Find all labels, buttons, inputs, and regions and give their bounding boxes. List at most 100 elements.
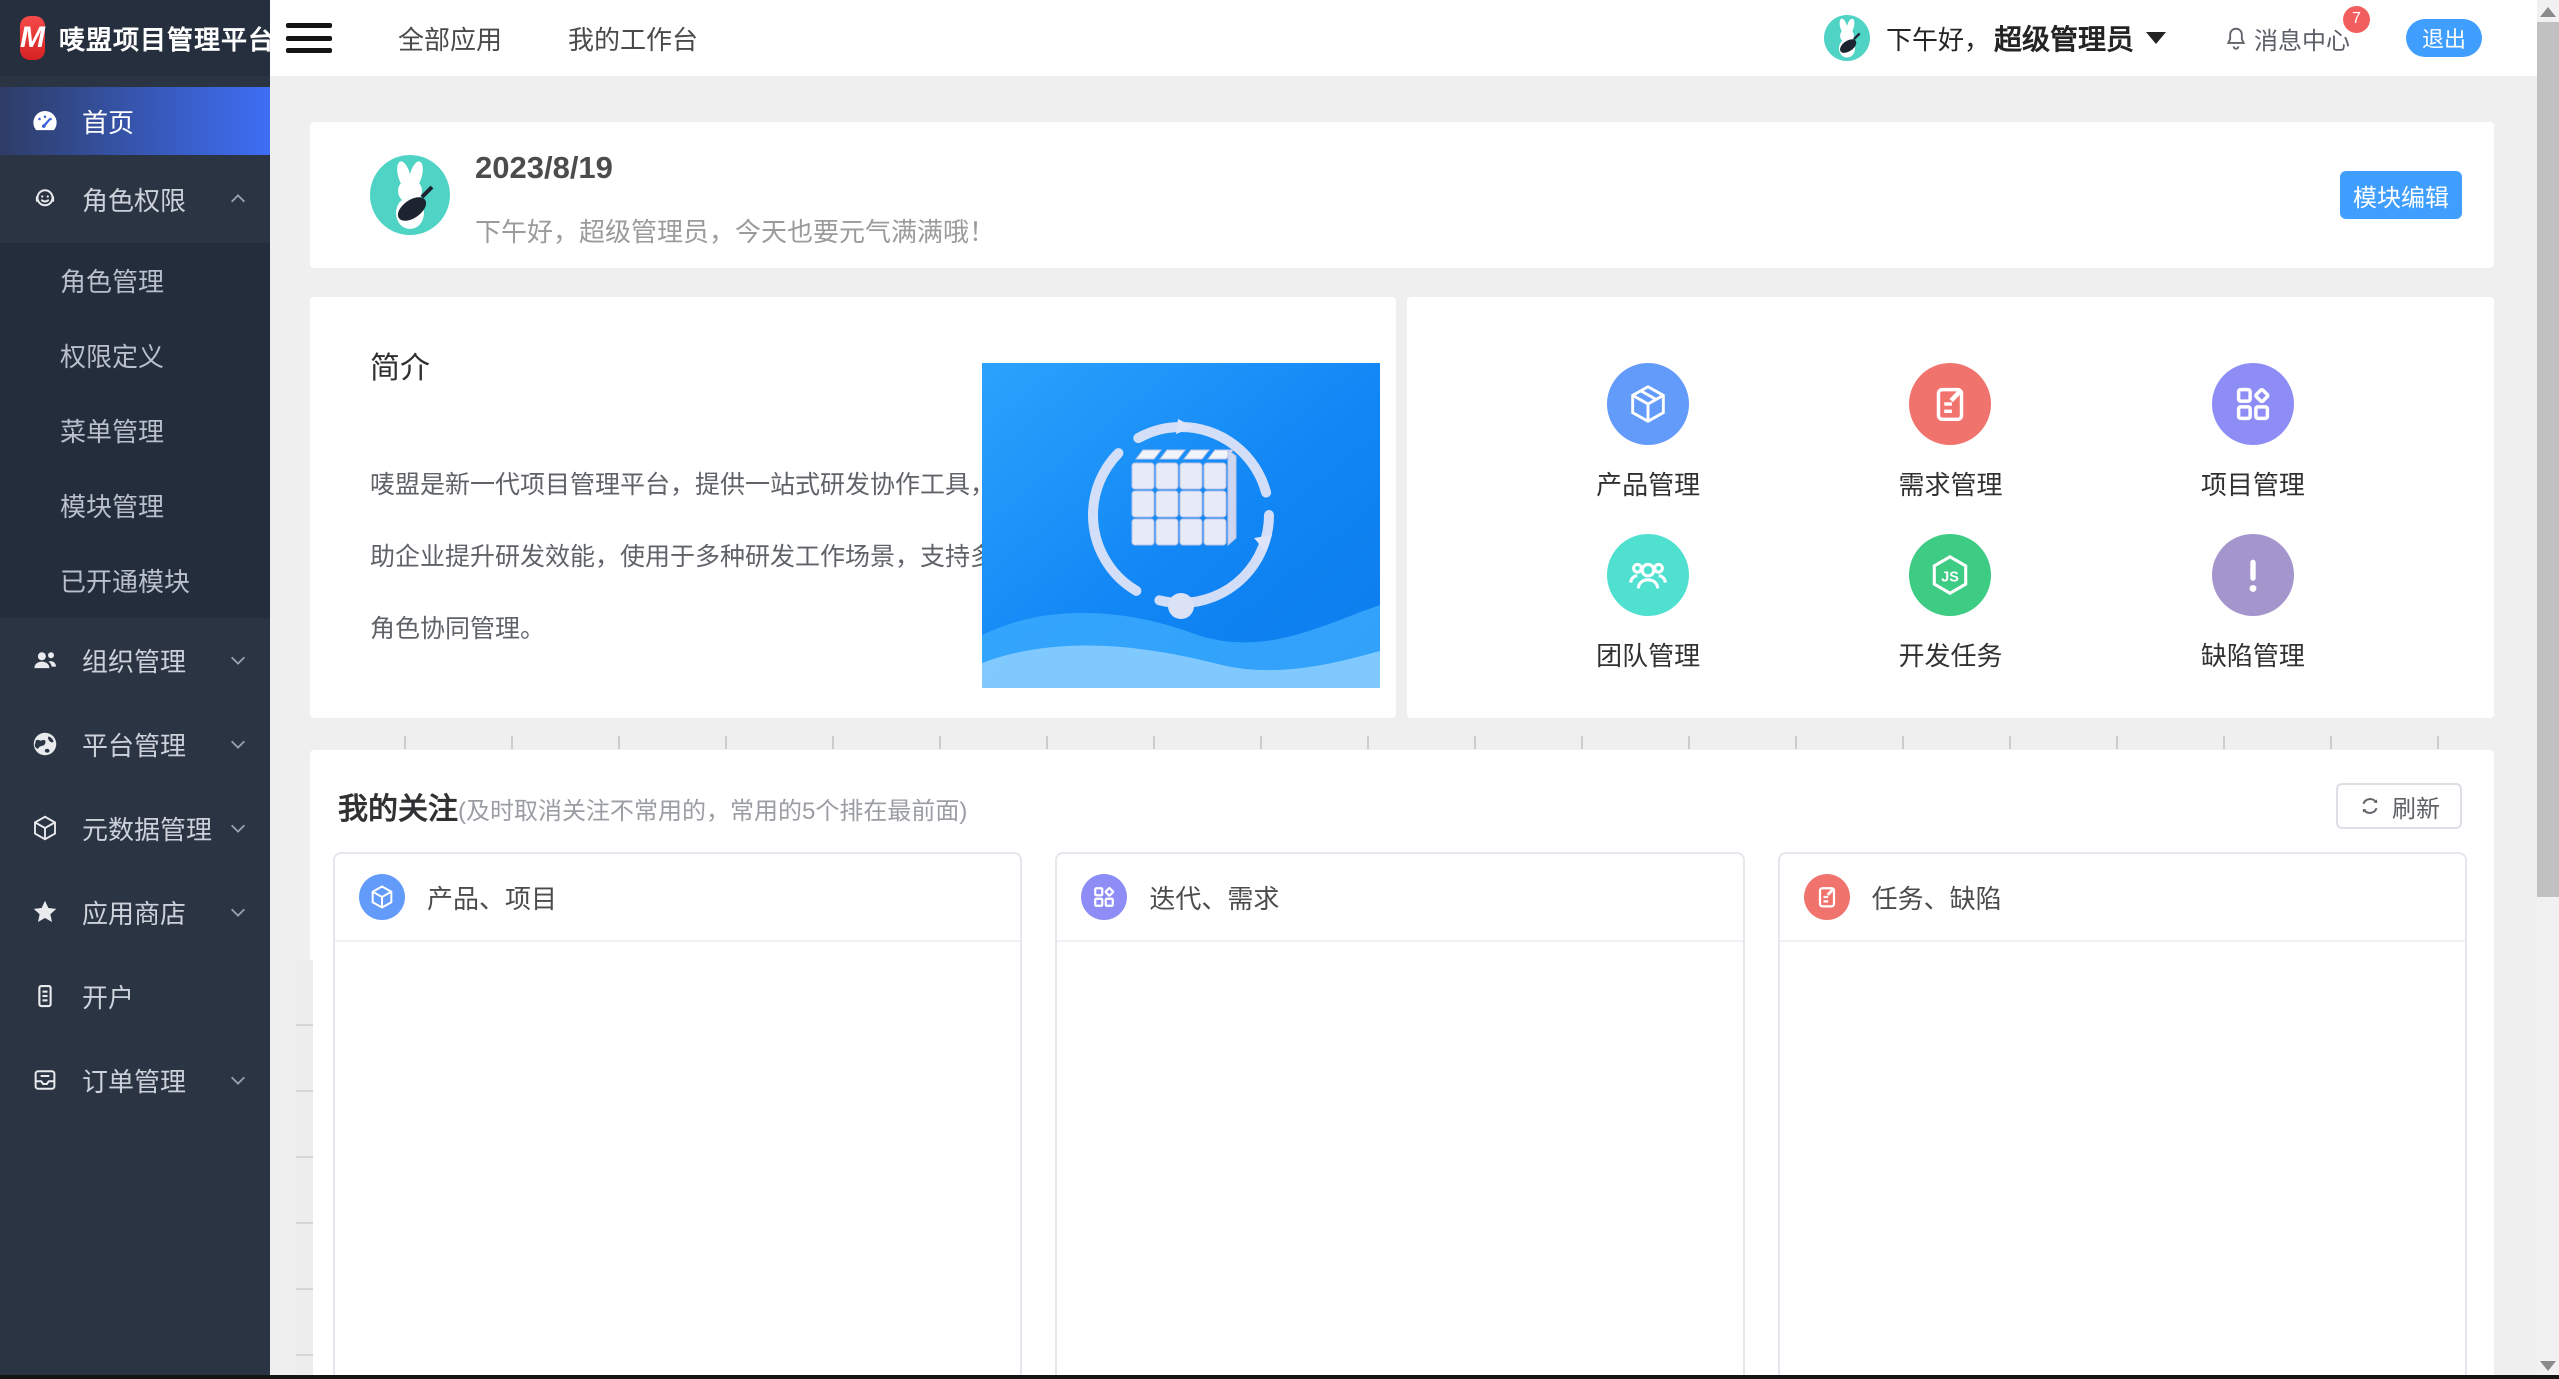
- module-dev-tasks[interactable]: JS 开发任务: [1898, 534, 2002, 673]
- sidebar-item-platform[interactable]: 平台管理: [0, 702, 270, 786]
- cube-icon: [30, 813, 60, 843]
- module-team-management[interactable]: 团队管理: [1596, 534, 1700, 673]
- sidebar-item-metadata[interactable]: 元数据管理: [0, 786, 270, 870]
- sidebar-item-roles[interactable]: 角色权限: [0, 155, 270, 243]
- project-components-icon: [2212, 363, 2294, 445]
- refresh-icon: [2358, 794, 2382, 818]
- sidebar-subitem-permission-definition[interactable]: 权限定义: [0, 318, 270, 393]
- requirement-doc-icon: [1909, 363, 1991, 445]
- background-ruler-ticks: [296, 960, 313, 1376]
- sidebar: 首页 角色权限 角色管理 权限定义: [0, 76, 270, 1376]
- menu-toggle-icon[interactable]: [286, 23, 332, 53]
- requirement-doc-icon: [1804, 874, 1850, 920]
- module-project-management[interactable]: 项目管理: [2201, 363, 2305, 502]
- svg-text:JS: JS: [1942, 569, 1960, 585]
- star-icon: [30, 897, 60, 927]
- role-icon: [30, 184, 60, 214]
- follow-subtitle: (及时取消关注不常用的，常用的5个排在最前面): [458, 791, 967, 826]
- defect-exclamation-icon: [2212, 534, 2294, 616]
- welcome-card: 2023/8/19 下午好，超级管理员，今天也要元气满满哦！ 模块编辑: [310, 122, 2494, 268]
- nav-my-workbench[interactable]: 我的工作台: [568, 20, 698, 57]
- module-label: 开发任务: [1898, 636, 2002, 673]
- module-label: 项目管理: [2201, 465, 2305, 502]
- app-title: 唛盟项目管理平台: [59, 20, 275, 57]
- follow-card-header: 产品、项目: [335, 854, 1020, 942]
- order-icon: [30, 1065, 60, 1095]
- logout-button[interactable]: 退出: [2406, 19, 2482, 57]
- welcome-message: 下午好，超级管理员，今天也要元气满满哦！: [475, 212, 995, 249]
- app-window: M 唛盟项目管理平台 全部应用 我的工作台 下午好，: [0, 0, 2559, 1379]
- devtask-js-icon: JS: [1909, 534, 1991, 616]
- follow-card-products-projects: 产品、项目: [333, 852, 1022, 1379]
- scrollbar-down-arrow-icon[interactable]: [2540, 1361, 2556, 1371]
- product-box-icon: [359, 874, 405, 920]
- module-label: 产品管理: [1596, 465, 1700, 502]
- chevron-down-icon: [228, 818, 248, 838]
- user-avatar[interactable]: [1824, 15, 1870, 61]
- sidebar-item-label: 首页: [82, 103, 134, 140]
- globe-icon: [30, 729, 60, 759]
- refresh-button[interactable]: 刷新: [2336, 783, 2462, 829]
- sidebar-subitem-menu-management[interactable]: 菜单管理: [0, 393, 270, 468]
- follow-card-tasks-defects: 任务、缺陷: [1778, 852, 2467, 1379]
- intro-title: 简介: [370, 343, 430, 387]
- module-edit-button[interactable]: 模块编辑: [2340, 171, 2462, 219]
- sidebar-item-orders[interactable]: 订单管理: [0, 1038, 270, 1122]
- chevron-down-icon: [228, 650, 248, 670]
- sidebar-item-label: 开户: [82, 978, 134, 1015]
- follow-card-iterations-requirements: 迭代、需求: [1055, 852, 1744, 1379]
- app-logo: M 唛盟项目管理平台: [0, 0, 270, 76]
- sidebar-submenu-roles: 角色管理 权限定义 菜单管理 模块管理 已开通模块: [0, 243, 270, 618]
- scrollbar-thumb[interactable]: [2537, 22, 2559, 897]
- message-count-badge: 7: [2343, 6, 2370, 33]
- module-defect-management[interactable]: 缺陷管理: [2201, 534, 2305, 673]
- sidebar-item-open-account[interactable]: 开户: [0, 954, 270, 1038]
- product-box-icon: [1607, 363, 1689, 445]
- chevron-down-icon: [2146, 32, 2166, 44]
- my-follow-card: 我的关注 (及时取消关注不常用的，常用的5个排在最前面) 刷新: [310, 750, 2494, 1379]
- user-greeting[interactable]: 下午好， 超级管理员: [1886, 18, 2166, 58]
- bell-icon: [2222, 24, 2250, 52]
- top-header: 全部应用 我的工作台 下午好， 超级管理员: [270, 0, 2537, 76]
- sidebar-item-label: 组织管理: [82, 642, 186, 679]
- dashboard-icon: [30, 106, 60, 136]
- follow-header: 我的关注 (及时取消关注不常用的，常用的5个排在最前面): [338, 784, 967, 828]
- sidebar-item-label: 元数据管理: [82, 810, 212, 847]
- account-icon: [30, 981, 60, 1011]
- sidebar-subitem-module-management[interactable]: 模块管理: [0, 468, 270, 543]
- background-grid-ticks: [404, 736, 2474, 749]
- follow-card-title: 产品、项目: [427, 879, 557, 916]
- scrollbar-up-arrow-icon[interactable]: [2540, 7, 2556, 17]
- follow-title: 我的关注: [338, 784, 458, 828]
- rabbit-avatar-icon: [1824, 15, 1870, 61]
- message-center-link[interactable]: 消息中心 7: [2222, 21, 2350, 56]
- intro-text: 唛盟是新一代项目管理平台，提供一站式研发协作工具，帮助企业提升研发效能，使用于多…: [370, 449, 1035, 665]
- follow-card-header: 迭代、需求: [1057, 854, 1742, 942]
- organization-icon: [30, 645, 60, 675]
- vertical-scrollbar[interactable]: [2537, 0, 2559, 1379]
- module-label: 团队管理: [1596, 636, 1700, 673]
- message-center-label: 消息中心: [2254, 21, 2350, 56]
- logo-m-icon: M: [20, 16, 45, 60]
- follow-card-title: 迭代、需求: [1149, 879, 1279, 916]
- follow-card-title: 任务、缺陷: [1872, 879, 2002, 916]
- sidebar-subitem-opened-modules[interactable]: 已开通模块: [0, 543, 270, 618]
- team-people-icon: [1607, 534, 1689, 616]
- follow-card-header: 任务、缺陷: [1780, 854, 2465, 942]
- sidebar-item-label: 应用商店: [82, 894, 186, 931]
- sidebar-item-home[interactable]: 首页: [0, 87, 270, 155]
- chevron-up-icon: [228, 189, 248, 209]
- intro-card: 简介 唛盟是新一代项目管理平台，提供一站式研发协作工具，帮助企业提升研发效能，使…: [310, 297, 1396, 718]
- chevron-down-icon: [228, 734, 248, 754]
- module-product-management[interactable]: 产品管理: [1596, 363, 1700, 502]
- sidebar-item-label: 平台管理: [82, 726, 186, 763]
- welcome-avatar: [370, 155, 450, 235]
- module-requirement-management[interactable]: 需求管理: [1898, 363, 2002, 502]
- intro-illustration-image: [982, 363, 1380, 688]
- welcome-date: 2023/8/19: [475, 150, 613, 186]
- sidebar-subitem-role-management[interactable]: 角色管理: [0, 243, 270, 318]
- nav-all-apps[interactable]: 全部应用: [398, 20, 502, 57]
- sidebar-item-app-store[interactable]: 应用商店: [0, 870, 270, 954]
- sidebar-item-organization[interactable]: 组织管理: [0, 618, 270, 702]
- module-label: 缺陷管理: [2201, 636, 2305, 673]
